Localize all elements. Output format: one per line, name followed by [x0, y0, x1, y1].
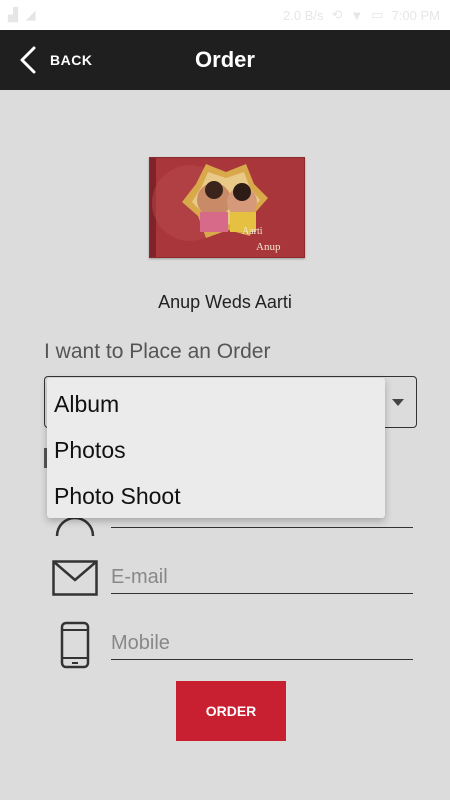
status-bar: ▟ ◢ 2.0 B/s ⟲ ▼ ▭ 7:00 PM [0, 0, 450, 30]
order-type-dropdown: Album Photos Photo Shoot [47, 378, 385, 518]
chevron-left-icon [20, 46, 36, 74]
back-label: BACK [50, 52, 93, 68]
wifi-icon: ▼ [350, 7, 364, 23]
email-field-underline [111, 593, 413, 594]
album-cover-image: Aarti Anup [149, 157, 305, 258]
name-field-underline[interactable] [111, 527, 413, 528]
album-cover-art: Aarti Anup [150, 158, 304, 257]
cover-text-1: Aarti [242, 226, 263, 237]
alarm-icon: ⟲ [331, 7, 343, 22]
network-speed: 2.0 B/s [283, 7, 324, 23]
mobile-field[interactable]: Mobile [111, 632, 170, 655]
album-caption: Anup Weds Aarti [158, 292, 292, 312]
status-time: 7:00 PM [391, 7, 440, 23]
mobile-phone-icon [60, 621, 90, 669]
mobile-field-underline [111, 659, 413, 660]
back-button[interactable]: BACK [20, 30, 92, 90]
dropdown-option-photos[interactable]: Photos [54, 437, 126, 464]
email-icon [52, 560, 98, 596]
signal-icons: ▟ ◢ [8, 7, 38, 22]
app-bar: BACK Order [0, 30, 450, 90]
dropdown-arrow-icon [392, 399, 404, 406]
email-field[interactable]: E-mail [111, 566, 168, 589]
order-type-label: I want to Place an Order [44, 340, 271, 363]
status-right: 2.0 B/s ⟲ ▼ ▭ 7:00 PM [283, 7, 440, 23]
dropdown-option-album[interactable]: Album [54, 391, 119, 418]
cover-text-2: Anup [256, 241, 281, 253]
battery-icon: ▭ [371, 7, 384, 22]
order-button[interactable]: ORDER [176, 681, 286, 741]
dropdown-option-photo-shoot[interactable]: Photo Shoot [54, 483, 181, 510]
